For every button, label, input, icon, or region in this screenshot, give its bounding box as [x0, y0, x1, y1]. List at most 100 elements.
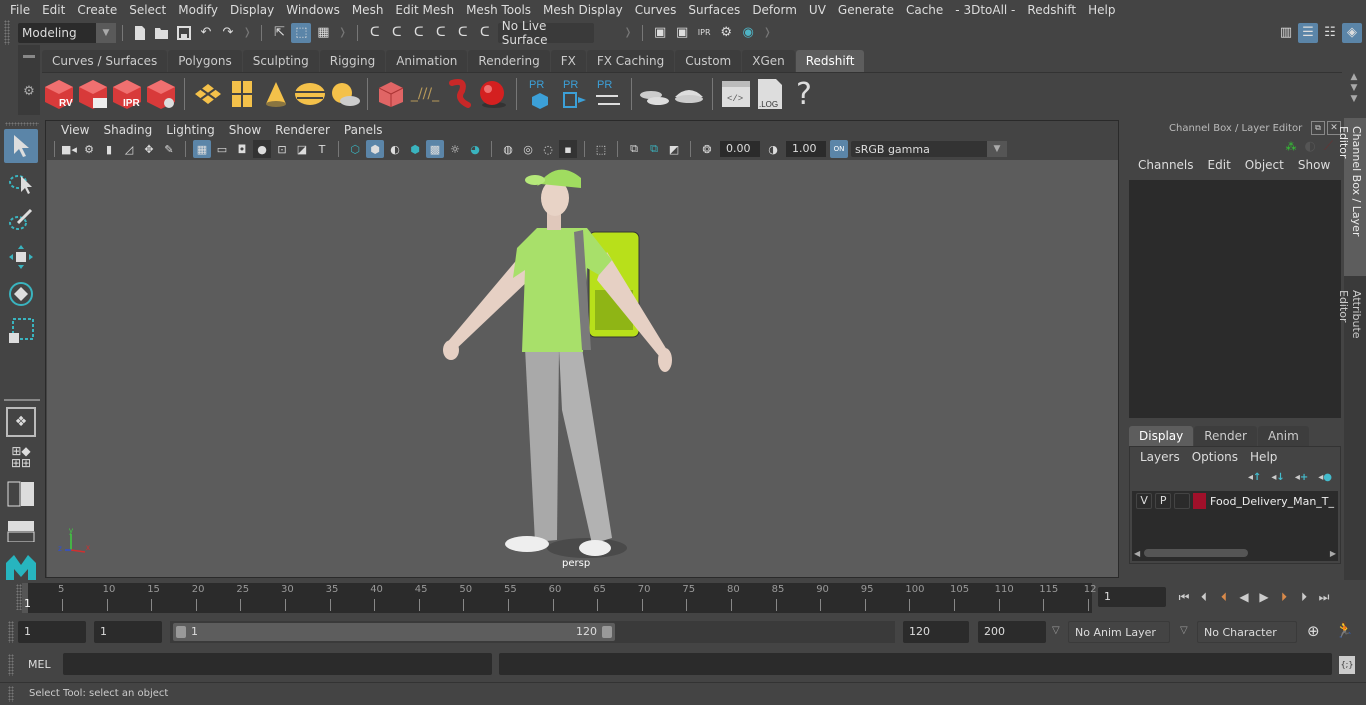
collapse-arrow-icon[interactable]: ❭	[763, 27, 771, 38]
status-line-grip[interactable]	[4, 20, 10, 45]
rv-render-view-icon[interactable]: RV	[42, 75, 76, 113]
viewport-menu-panels[interactable]: Panels	[337, 123, 390, 137]
menu-cache[interactable]: Cache	[900, 0, 949, 20]
viewport-3d-scene[interactable]: y x z persp	[47, 160, 1118, 577]
attribute-editor-toggle-icon[interactable]: ☰	[1298, 22, 1318, 43]
xray-icon[interactable]: ⧉	[625, 140, 643, 158]
pr-transfer-icon[interactable]: PR	[591, 75, 625, 113]
shadows-icon[interactable]: ◕	[466, 140, 484, 158]
layers-options-menu[interactable]: Options	[1186, 450, 1244, 464]
layer-visibility-toggle[interactable]: V	[1136, 493, 1153, 509]
select-components-icon[interactable]: ▦	[313, 23, 333, 43]
viewport-menu-renderer[interactable]: Renderer	[268, 123, 337, 137]
snap-point-icon[interactable]: ᑕ	[409, 23, 429, 43]
select-hierarchy-icon[interactable]: ⇱	[269, 23, 289, 43]
resolution-gate-icon[interactable]: ◘	[233, 140, 251, 158]
collapse-arrow-icon[interactable]: ❭	[338, 27, 346, 38]
menu-mesh-display[interactable]: Mesh Display	[537, 0, 629, 20]
channels-menu[interactable]: Channels	[1131, 158, 1201, 172]
viewport-menu-show[interactable]: Show	[222, 123, 268, 137]
command-line-grip[interactable]	[8, 654, 14, 676]
help-icon[interactable]: ?	[787, 75, 821, 113]
layers-menu[interactable]: Layers	[1134, 450, 1186, 464]
redo-icon[interactable]: ↷	[218, 23, 238, 43]
motion-blur-icon[interactable]: ◎	[519, 140, 537, 158]
gamma-icon[interactable]: ◑	[764, 140, 782, 158]
menu-curves[interactable]: Curves	[629, 0, 683, 20]
scale-tool-icon[interactable]	[4, 314, 38, 348]
volume-icon[interactable]	[442, 75, 476, 113]
ipr-render-icon[interactable]: IPR	[110, 75, 144, 113]
render-settings-icon[interactable]	[144, 75, 178, 113]
isolate-select-icon[interactable]: ⬚	[592, 140, 610, 158]
float-panel-icon[interactable]: ⧉	[1311, 121, 1325, 135]
make-live-icon[interactable]: ᑕ	[475, 23, 495, 43]
auto-key-icon[interactable]: ⊕	[1307, 622, 1320, 640]
multisample-aa-icon[interactable]: ◌	[539, 140, 557, 158]
layer-display-type-toggle[interactable]	[1174, 493, 1191, 509]
menu-select[interactable]: Select	[123, 0, 172, 20]
play-backwards-icon[interactable]: ◀	[1236, 589, 1252, 605]
menu-mesh[interactable]: Mesh	[346, 0, 390, 20]
shelf-settings-gear-icon[interactable]: ⚙	[18, 84, 40, 99]
menu-uv[interactable]: UV	[803, 0, 832, 20]
portal-light-icon[interactable]	[225, 75, 259, 113]
render-view-icon[interactable]: ▣	[650, 23, 670, 43]
ipr-render-icon[interactable]: IPR	[694, 23, 714, 43]
bookmark-icon[interactable]: ▮	[100, 140, 118, 158]
menu-surfaces[interactable]: Surfaces	[682, 0, 746, 20]
layer-color-swatch[interactable]	[1193, 493, 1207, 509]
character-set-dropdown[interactable]: No Character Set	[1197, 621, 1297, 661]
smooth-shade-icon[interactable]: ⬢	[366, 140, 384, 158]
2d-pan-zoom-icon[interactable]: ✥	[140, 140, 158, 158]
range-end-handle[interactable]	[602, 626, 612, 638]
undo-icon[interactable]: ↶	[196, 23, 216, 43]
hypershade-icon[interactable]: ◉	[738, 23, 758, 43]
command-language-label[interactable]: MEL	[28, 658, 51, 671]
depth-of-field-icon[interactable]: ▪	[559, 140, 577, 158]
shelf-tab-custom[interactable]: Custom	[675, 50, 742, 72]
shelf-tab-rigging[interactable]: Rigging	[319, 50, 386, 72]
single-perspective-layout-icon[interactable]: ❖	[6, 407, 36, 437]
move-tool-icon[interactable]	[4, 240, 38, 274]
bake-multi-icon[interactable]	[638, 75, 672, 113]
go-to-start-icon[interactable]: ⏮	[1176, 589, 1192, 605]
save-scene-icon[interactable]	[174, 23, 194, 43]
rect-light-icon[interactable]	[191, 75, 225, 113]
play-forwards-icon[interactable]: ▶	[1256, 589, 1272, 605]
hyper-icon[interactable]: ⟋	[1324, 139, 1333, 154]
film-gate-icon[interactable]: ▭	[213, 140, 231, 158]
range-slider-grip[interactable]	[8, 621, 14, 643]
menu-file[interactable]: File	[4, 0, 36, 20]
scrollbar-thumb[interactable]	[1144, 549, 1249, 557]
layer-tab-display[interactable]: Display	[1129, 426, 1194, 446]
color-management-toggle[interactable]: ON	[830, 140, 848, 158]
mel-command-input[interactable]	[63, 653, 492, 675]
four-view-layout-icon[interactable]: ⊞◆ ⊞⊞	[4, 440, 38, 474]
gamma-field[interactable]: 1.00	[786, 141, 826, 157]
animation-end-field[interactable]: 200	[978, 621, 1046, 643]
channel-box-toggle-icon[interactable]: ◈	[1342, 22, 1362, 43]
toolbox-grip[interactable]	[5, 122, 39, 126]
playback-start-field[interactable]: 1	[94, 621, 162, 643]
current-frame-field[interactable]: 1	[1098, 587, 1166, 607]
exposure-field[interactable]: 0.00	[720, 141, 760, 157]
grease-pencil-icon[interactable]: ✎	[160, 140, 178, 158]
side-tab-attribute-editor[interactable]: Attribute Editor	[1337, 282, 1366, 382]
move-layer-down-icon[interactable]: ◂↓	[1271, 472, 1284, 483]
wireframe-icon[interactable]: ⬡	[346, 140, 364, 158]
menu-help[interactable]: Help	[1082, 0, 1121, 20]
viewport-menu-view[interactable]: View	[54, 123, 96, 137]
collapse-arrow-icon[interactable]: ❭	[624, 27, 632, 38]
shelf-tab-menu-icon[interactable]	[23, 55, 35, 58]
layer-row[interactable]: V P Food_Delivery_Man_T_	[1132, 491, 1338, 511]
use-all-lights-icon[interactable]: ☼	[446, 140, 464, 158]
layers-help-menu[interactable]: Help	[1244, 450, 1283, 464]
menu-edit-mesh[interactable]: Edit Mesh	[389, 0, 460, 20]
proxy-cube-icon[interactable]	[374, 75, 408, 113]
script-editor-icon[interactable]: {;}	[1339, 656, 1355, 674]
modeling-toolkit-icon[interactable]: ▥	[1276, 23, 1296, 43]
rotate-tool-icon[interactable]	[4, 277, 38, 311]
snap-curve-icon[interactable]: ᑕ	[387, 23, 407, 43]
spot-light-icon[interactable]	[259, 75, 293, 113]
